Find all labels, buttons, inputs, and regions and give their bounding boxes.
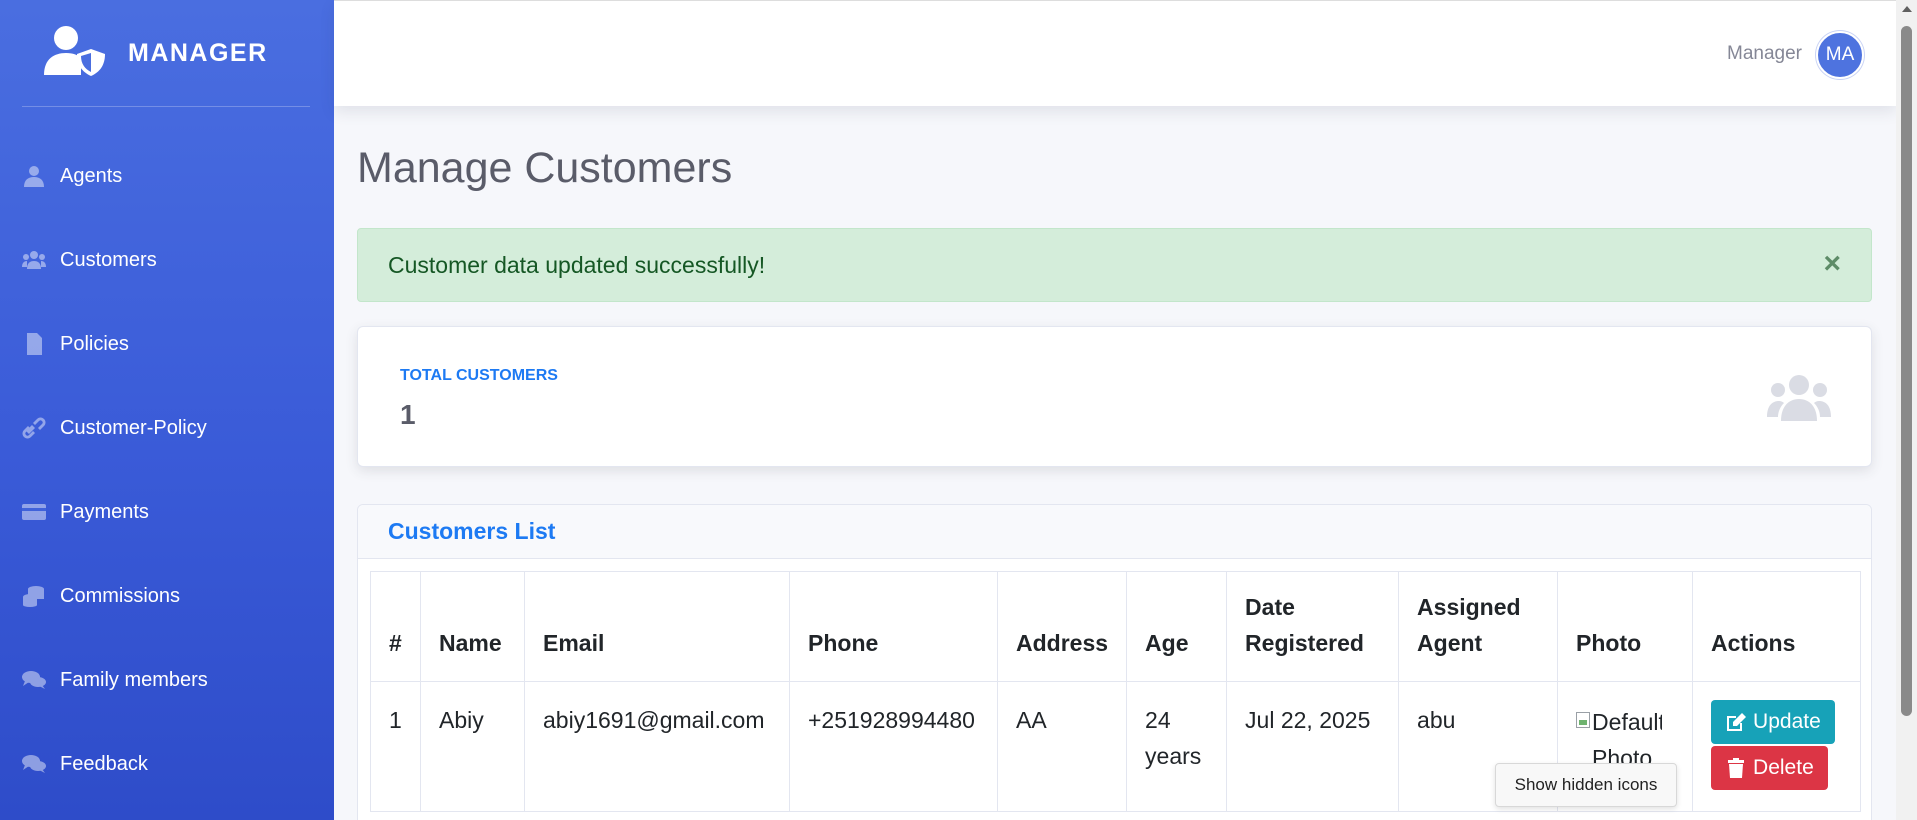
column-header-address: Address [996,571,1128,682]
customers-list-title: Customers List [358,505,1871,559]
column-header-actions: Actions [1692,571,1862,682]
alert-message: Customer data updated successfully! [388,251,766,278]
sidebar-item-label: Agents [60,164,123,187]
page-title: Manage Customers [357,144,733,192]
users-icon [22,249,46,271]
delete-button[interactable]: Delete [1711,746,1828,790]
sidebar-divider [22,106,310,107]
brand-title: MANAGER [128,38,268,67]
users-icon [1767,373,1831,423]
sidebar-item-label: Customer-Policy [60,416,207,439]
sidebar-item-label: Policies [60,332,129,355]
sidebar: MANAGER Agents Customers Policies Custom… [0,0,334,820]
column-header-date-registered: Date Registered [1226,571,1400,682]
cell-address: AA [996,681,1128,812]
avatar[interactable]: MA [1816,31,1864,79]
sidebar-item-label: Payments [60,500,149,523]
cell-name: Abiy [420,681,525,812]
stat-label: Total Customers [400,367,558,384]
cell-date-registered: Jul 22, 2025 [1226,681,1400,812]
sidebar-item-label: Family members [60,668,208,691]
close-icon[interactable]: × [1823,249,1841,279]
user-name[interactable]: Manager [1727,43,1802,65]
sidebar-item-customers[interactable]: Customers [0,218,334,302]
sidebar-nav: Agents Customers Policies Customer-Polic… [0,134,334,806]
sidebar-item-customer-policy[interactable]: Customer-Policy [0,386,334,470]
column-header-phone: Phone [789,571,998,682]
sidebar-item-commissions[interactable]: Commissions [0,554,334,638]
delete-label: Delete [1753,756,1814,779]
trash-icon [1728,758,1745,778]
update-label: Update [1753,710,1821,733]
cell-email: abiy1691@gmail.com [524,681,790,812]
update-button[interactable]: Update [1711,700,1835,744]
topbar: Manager MA [334,0,1896,106]
column-header-assigned-agent: Assigned Agent [1398,571,1559,682]
column-header-name: Name [420,571,525,682]
sidebar-item-policies[interactable]: Policies [0,302,334,386]
comments-icon [22,753,46,775]
credit-card-icon [22,501,46,523]
stat-value: 1 [400,399,416,430]
sidebar-item-label: Customers [60,248,157,271]
page-scrollbar[interactable] [1896,0,1917,820]
sidebar-item-label: Feedback [60,752,148,775]
scroll-up-arrow-icon[interactable] [1902,6,1912,12]
sidebar-item-agents[interactable]: Agents [0,134,334,218]
sidebar-item-family-members[interactable]: Family members [0,638,334,722]
sidebar-item-feedback[interactable]: Feedback [0,722,334,806]
file-icon [22,333,46,355]
column-header-number: # [370,571,421,682]
show-hidden-icons-tooltip: Show hidden icons [1495,763,1677,807]
table-header-row: # Name Email Phone Address Age Date Regi… [370,571,1862,682]
column-header-age: Age [1126,571,1228,682]
broken-image-icon [1576,712,1591,728]
edit-icon [1727,713,1747,731]
user-shield-icon [42,25,106,82]
scroll-thumb[interactable] [1901,26,1912,716]
user-tie-icon [22,165,46,187]
cell-age: 24 years [1126,681,1228,812]
comments-icon [22,669,46,691]
brand[interactable]: MANAGER [0,0,334,106]
cell-actions: Update Delete [1692,681,1862,812]
total-customers-card: Total Customers 1 [357,326,1872,467]
cell-number: 1 [370,681,421,812]
cell-phone: +251928994480 [789,681,998,812]
column-header-email: Email [524,571,790,682]
sidebar-item-label: Commissions [60,584,181,607]
sidebar-item-payments[interactable]: Payments [0,470,334,554]
coins-icon [22,585,46,607]
link-icon [22,417,46,439]
column-header-photo: Photo [1557,571,1694,682]
success-alert: Customer data updated successfully! × [357,228,1872,302]
